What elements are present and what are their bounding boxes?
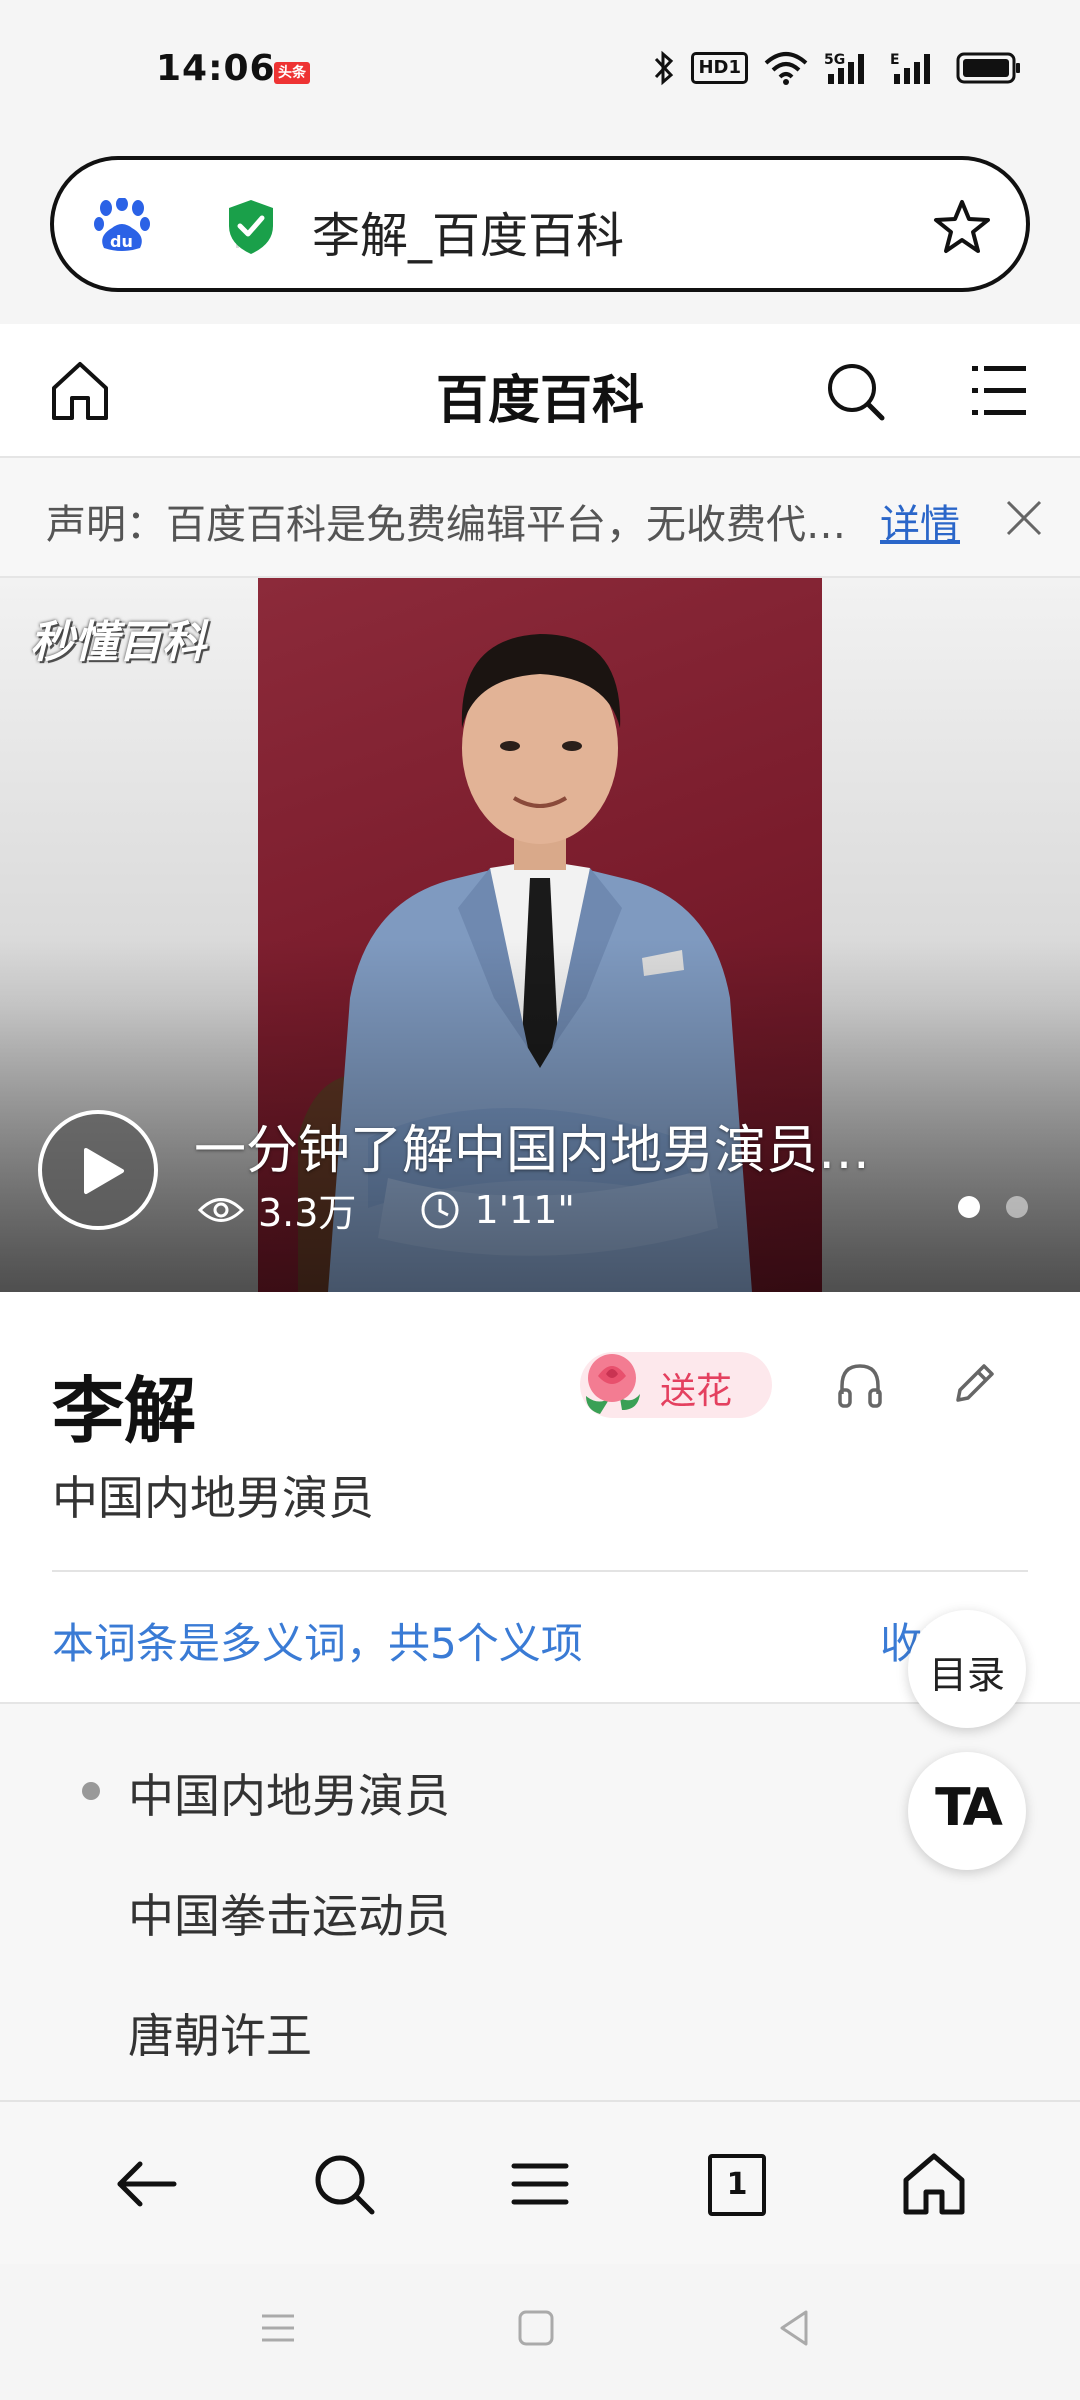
clock-icon	[421, 1191, 459, 1228]
toc-button[interactable]: 目录	[908, 1610, 1026, 1728]
play-button[interactable]	[38, 1110, 158, 1230]
sense-item-1[interactable]: 中国内地男演员	[128, 1760, 450, 1826]
senses-list: 中国内地男演员 中国拳击运动员 唐朝许王	[0, 1702, 1080, 2102]
ta-label: TA	[935, 1778, 1003, 1838]
svg-text:5G: 5G	[824, 52, 845, 68]
polysemy-note: 本词条是多义词，共5个义项	[52, 1619, 583, 1668]
address-page-title[interactable]: 李解_百度百科	[312, 196, 624, 266]
address-bar[interactable]: du 李解_百度百科	[50, 156, 1030, 292]
5g-signal-icon: 5G	[824, 52, 864, 84]
entry-subtitle: 中国内地男演员	[52, 1471, 374, 1525]
tabs-count: 1	[708, 2154, 766, 2216]
sense-bullet-active	[82, 1782, 100, 1800]
carousel-dot[interactable]	[1006, 1196, 1028, 1218]
sense-item-3[interactable]: 唐朝许王	[128, 2000, 312, 2066]
bluetooth-icon	[655, 50, 674, 86]
hd-icon: HD1	[691, 52, 748, 84]
back-triangle-icon[interactable]	[774, 2308, 814, 2348]
carousel-dot-active[interactable]	[958, 1196, 980, 1218]
video-duration: 1'11"	[474, 1187, 575, 1232]
recent-apps-icon[interactable]	[258, 2308, 298, 2348]
eye-icon	[198, 1197, 244, 1222]
disclaimer-notice: 声明：百度百科是免费编辑平台，无收费代… 详情	[0, 458, 1080, 578]
video-meta: 3.3万 1'11"	[198, 1182, 575, 1237]
close-icon[interactable]	[1004, 498, 1044, 538]
home-square-icon[interactable]	[516, 2308, 556, 2348]
headphones-icon[interactable]	[836, 1360, 884, 1410]
site-header: 百度百科	[0, 324, 1080, 458]
video-brand-logo: 秒懂百科	[30, 617, 206, 668]
notice-text: 声明：百度百科是免费编辑平台，无收费代…	[46, 502, 846, 548]
tabs-button[interactable]: 1	[698, 2146, 774, 2222]
battery-icon	[956, 52, 1020, 84]
entry-title: 李解	[52, 1369, 197, 1453]
star-icon[interactable]	[932, 198, 992, 256]
header-title: 百度百科	[435, 371, 644, 431]
status-icons: HD1 5G E	[653, 50, 1022, 86]
sense-item-2[interactable]: 中国拳击运动员	[128, 1880, 450, 1946]
rose-icon	[586, 1354, 640, 1414]
video-title: 一分钟了解中国内地男演员…	[194, 1121, 871, 1181]
browser-bottom-nav: 1	[0, 2100, 1080, 2266]
video-views: 3.3万	[258, 1191, 357, 1235]
send-flower-label: 送花	[660, 1371, 733, 1412]
back-arrow-icon[interactable]	[108, 2146, 184, 2222]
toc-label: 目录	[928, 1653, 1005, 1697]
system-nav-bar	[0, 2264, 1080, 2400]
menu-icon[interactable]	[970, 362, 1028, 418]
notice-details-link[interactable]: 详情	[880, 492, 960, 550]
status-time: 14:06	[156, 48, 276, 89]
play-icon	[84, 1148, 124, 1194]
baidu-paw-icon[interactable]: du	[92, 198, 152, 254]
e-signal-icon: E	[890, 52, 930, 84]
svg-text:E: E	[890, 52, 900, 68]
security-shield-icon	[229, 200, 273, 254]
news-badge: 头条	[274, 62, 310, 84]
send-flower-button[interactable]: 送花	[580, 1352, 772, 1418]
video-player[interactable]: 秒懂百科 一分钟了解中国内地男演员… 3.3万 1'11"	[0, 578, 1080, 1292]
status-bar: 14:06 头条 HD1 5G E	[0, 0, 1080, 140]
wifi-icon	[764, 52, 808, 85]
edit-pencil-icon[interactable]	[950, 1358, 998, 1408]
menu-icon[interactable]	[502, 2146, 578, 2222]
svg-text:du: du	[110, 232, 133, 251]
search-icon[interactable]	[306, 2146, 382, 2222]
entry-divider	[52, 1570, 1028, 1572]
home-icon[interactable]	[896, 2146, 972, 2222]
ta-button[interactable]: TA	[908, 1752, 1026, 1870]
search-icon[interactable]	[824, 360, 886, 422]
